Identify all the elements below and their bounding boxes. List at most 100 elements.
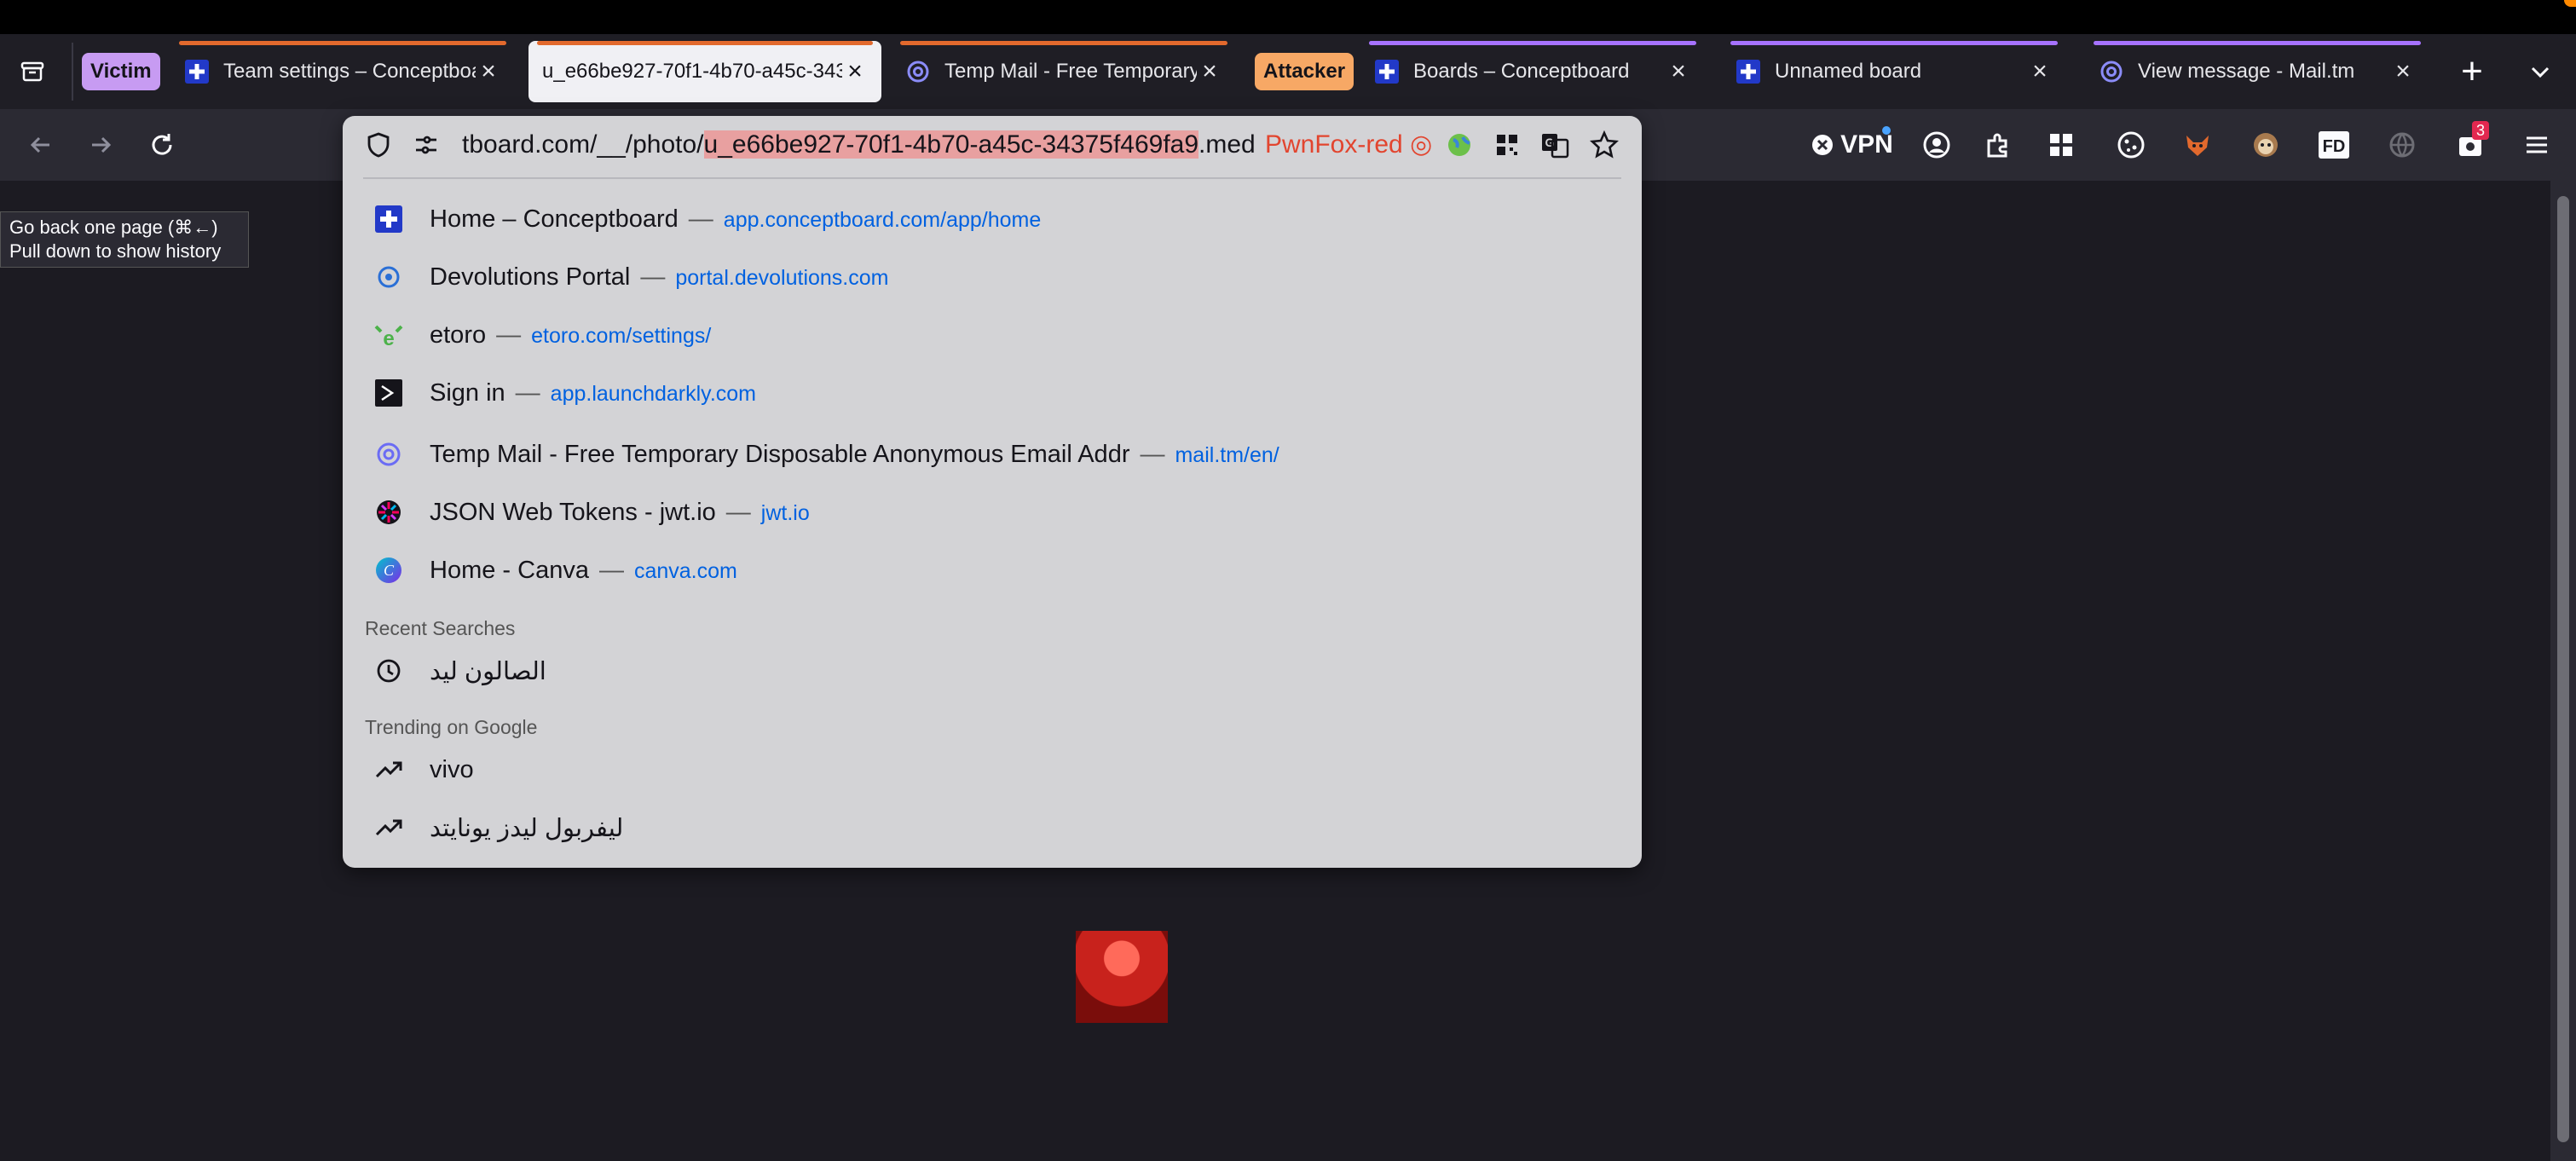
at-icon [373,439,404,470]
url-selected: u_e66be927-70f1-4b70-a45c-34375f469fa9 [703,130,1199,159]
notification-extension-icon[interactable]: 3 [2452,121,2490,164]
back-tooltip: Go back one page (⌘←) Pull down to show … [0,211,249,268]
tab-title: View message - Mail.tm [2138,60,2355,83]
recent-searches-heading: Recent Searches [365,617,516,639]
close-icon[interactable]: × [2390,57,2416,86]
vpn-status-icon [1812,135,1834,155]
suggestion-url: mail.tm/en/ [1175,442,1279,467]
container-label-attacker: Attacker [1255,53,1354,90]
close-icon[interactable]: × [1197,57,1222,86]
status-dot [2564,0,2576,7]
trending-item[interactable]: ليفربول ليدز يونايتد [343,803,1642,852]
tab-title: Boards – Conceptboard [1413,60,1630,83]
trending-up-icon [373,812,404,843]
trending-text: vivo [430,755,474,783]
back-button[interactable] [22,126,60,164]
trending-heading: Trending on Google [365,716,538,738]
top-system-bar [0,0,2576,34]
site-info-icon[interactable] [409,128,443,162]
urlbar[interactable]: tboard.com/__/photo/u_e66be927-70f1-4b70… [343,116,1642,174]
tab-title: Unnamed board [1775,60,1922,83]
arrow-left-icon [30,136,49,153]
clock-icon [373,656,404,686]
trending-item[interactable]: vivo [343,745,1642,794]
chevron-down-icon[interactable] [2523,55,2557,89]
qr-code-icon[interactable] [1490,128,1524,162]
suggestion-item[interactable]: C Home - Canva — canva.com [343,546,1642,595]
suggestion-url: etoro.com/settings/ [531,323,712,348]
tab-temp-mail[interactable]: Temp Mail - Free Temporary Disposable × [892,41,1236,102]
container-line [537,41,873,45]
close-icon[interactable]: × [842,57,868,86]
tab-boards[interactable]: Boards – Conceptboard × [1360,41,1705,102]
tab-manager-icon[interactable] [15,55,49,89]
tab-title: u_e66be927-70f1-4b70-a45c-34375f469fa9.m… [542,60,842,83]
star-icon[interactable] [1587,128,1621,162]
vpn-button[interactable]: VPN [1805,126,1899,164]
url-suffix: .medium [1198,130,1255,159]
container-label-victim: Victim [82,53,160,90]
urlbar-dropdown: tboard.com/__/photo/u_e66be927-70f1-4b70… [343,116,1642,868]
tab-team-settings[interactable]: Team settings – Conceptboard × [170,41,515,102]
etoro-icon: e [373,320,404,350]
menu-icon[interactable] [2518,126,2556,164]
extensions-icon[interactable] [1979,126,2017,164]
tab-view-message[interactable]: View message - Mail.tm × [2085,41,2429,102]
suggestion-url: jwt.io [760,500,810,525]
pwnfox-icon[interactable] [2179,126,2216,164]
close-icon[interactable]: × [1666,57,1691,86]
tab-photo-active[interactable]: u_e66be927-70f1-4b70-a45c-34375f469fa9.m… [528,41,881,102]
suggestion-title: Home – Conceptboard [430,205,679,233]
tab-strip: Victim Team settings – Conceptboard × u_… [0,34,2576,109]
reload-icon [152,134,172,155]
suggestion-item[interactable]: Temp Mail - Free Temporary Disposable An… [343,430,1642,479]
arrow-right-icon [92,136,112,153]
translate-icon[interactable]: G [1538,128,1572,162]
recent-search-item[interactable]: الصالون ليد [343,646,1642,696]
suggestion-item[interactable]: JSON Web Tokens - jwt.io — jwt.io [343,488,1642,537]
suggestion-url: app.launchdarkly.com [550,381,757,406]
suggestion-title: Devolutions Portal [430,263,631,291]
suggestion-title: JSON Web Tokens - jwt.io [430,498,716,526]
forward-button[interactable] [82,126,119,164]
notification-badge: 3 [2472,121,2490,140]
canva-icon: C [373,555,404,586]
account-icon[interactable] [1918,126,1955,164]
conceptboard-icon [1736,59,1761,84]
tab-title: Team settings – Conceptboard [223,60,476,83]
container-name-label: PwnFox-red ◎ [1265,130,1433,159]
url-input[interactable]: tboard.com/__/photo/u_e66be927-70f1-4b70… [462,128,1255,162]
url-prefix: tboard.com/__/photo/ [462,130,704,159]
cookie-icon[interactable] [2112,126,2150,164]
container-line [900,41,1227,45]
new-tab-button[interactable]: + [2455,53,2489,90]
suggestion-url: portal.devolutions.com [675,265,889,290]
suggestion-item[interactable]: Devolutions Portal — portal.devolutions.co… [343,252,1642,302]
vpn-label: VPN [1840,130,1893,159]
reload-button[interactable] [143,126,181,164]
grid-apps-icon[interactable] [2042,126,2080,164]
page-scrollbar[interactable] [2550,181,2576,1161]
close-icon[interactable]: × [2027,57,2053,86]
container-line [1369,41,1696,45]
svg-text:FD: FD [2323,137,2346,156]
jwt-icon [373,497,404,528]
svg-text:C: C [384,562,395,579]
suggestion-item[interactable]: e etoro — etoro.com/settings/ [343,310,1642,360]
suggestion-title: Temp Mail - Free Temporary Disposable An… [430,440,1130,468]
tab-unnamed-board[interactable]: Unnamed board × [1722,41,2066,102]
suggestion-item[interactable]: Home – Conceptboard — app.conceptboard.com… [343,194,1642,244]
earth-icon[interactable] [1442,128,1476,162]
scrollbar-thumb[interactable] [2557,196,2569,1142]
suggestion-title: Home - Canva [430,556,589,584]
close-icon[interactable]: × [476,57,501,86]
globe-icon[interactable] [2383,126,2421,164]
fd-icon[interactable]: FD [2315,126,2353,164]
suggestion-item[interactable]: Sign in — app.launchdarkly.com [343,368,1642,418]
suggestion-url: app.conceptboard.com/app/home [723,207,1042,232]
photo-image [1076,931,1168,1023]
shield-icon[interactable] [361,128,396,162]
sloth-icon[interactable] [2247,126,2284,164]
container-line [1730,41,2058,45]
container-line [179,41,506,45]
